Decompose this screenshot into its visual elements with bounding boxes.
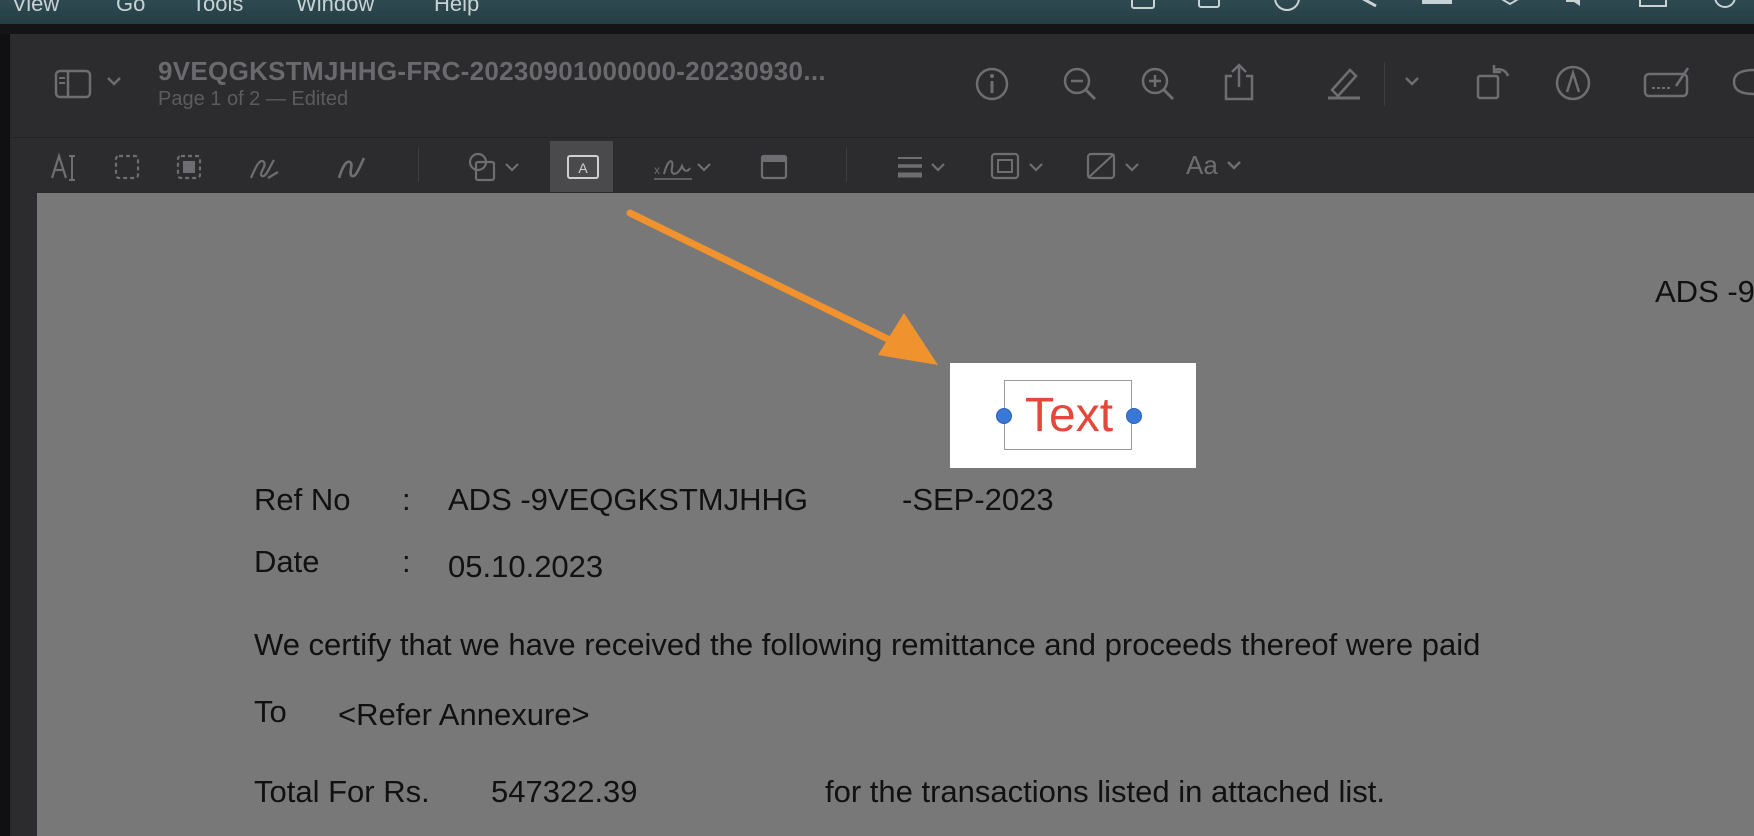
menu-tools[interactable]: Tools [192, 0, 243, 17]
line-style-icon[interactable] [896, 154, 952, 180]
shapes-icon[interactable] [466, 152, 522, 182]
ref-colon: : [402, 482, 411, 517]
search-icon[interactable] [1730, 64, 1754, 100]
svg-text:x: x [654, 163, 660, 177]
sidebar-icon[interactable] [54, 68, 94, 100]
date-label: Date [254, 544, 320, 579]
menu-help[interactable]: Help [434, 0, 479, 17]
ref-label: Ref No [254, 482, 351, 517]
date-colon: : [402, 544, 411, 579]
window-left-edge [0, 34, 10, 836]
text-annotation-box[interactable]: Text [1004, 380, 1132, 450]
status-item-icon[interactable] [1130, 0, 1156, 12]
instant-alpha-icon[interactable] [176, 154, 202, 180]
total-suffix: for the transactions listed in attached … [825, 774, 1386, 809]
info-icon[interactable] [974, 66, 1010, 102]
header-reference: ADS -9 [1655, 274, 1754, 309]
font-button[interactable]: Aa [1186, 150, 1218, 181]
svg-text:A: A [578, 160, 588, 176]
display-icon[interactable] [1420, 0, 1454, 12]
form-icon[interactable] [1642, 64, 1692, 100]
certify-line: We certify that we have received the fol… [254, 627, 1481, 662]
toolbar-divider [846, 148, 847, 182]
total-value: 547322.39 [491, 774, 638, 809]
note-icon[interactable] [760, 154, 788, 180]
ref-value: ADS -9VEQGKSTMJHHG [448, 482, 808, 517]
signature-icon[interactable]: x [652, 152, 712, 184]
text-annotation-label[interactable]: Text [1025, 388, 1113, 443]
total-label: Total For Rs. [254, 774, 430, 809]
rotate-icon[interactable] [1474, 62, 1512, 102]
toolbar-divider [418, 148, 419, 182]
menu-bar: View Go Tools Window Help [0, 0, 1754, 24]
markup-icon[interactable] [1554, 64, 1592, 102]
to-value: <Refer Annexure> [338, 697, 590, 732]
chevron-down-icon[interactable] [1226, 160, 1242, 172]
sidebar-gutter [12, 193, 37, 836]
menu-window[interactable]: Window [296, 0, 374, 17]
chevron-down-icon[interactable] [106, 76, 122, 88]
border-color-icon[interactable] [990, 152, 1050, 182]
resize-handle-left[interactable] [996, 408, 1012, 424]
chevron-down-icon[interactable] [1404, 76, 1420, 88]
to-label: To [254, 694, 287, 729]
draw-icon[interactable] [336, 152, 368, 182]
status-item-icon[interactable] [1270, 0, 1304, 12]
highlight-icon[interactable] [1324, 64, 1364, 100]
rectangular-selection-icon[interactable] [114, 154, 140, 180]
zoom-out-icon[interactable] [1062, 66, 1098, 102]
status-item-icon[interactable] [1354, 0, 1380, 12]
ref-suffix: -SEP-2023 [902, 482, 1054, 517]
annotation-arrow [626, 209, 938, 365]
menu-view[interactable]: View [12, 0, 59, 17]
volume-icon[interactable] [1562, 0, 1602, 12]
text-annotation-background: Text [950, 363, 1196, 468]
status-item-icon[interactable] [1710, 0, 1740, 12]
fill-color-icon[interactable] [1086, 152, 1146, 182]
menu-go[interactable]: Go [116, 0, 145, 17]
document-status: Page 1 of 2 — Edited [158, 88, 349, 110]
date-value: 05.10.2023 [448, 549, 604, 584]
status-item-icon[interactable] [1496, 0, 1524, 12]
toolbar-divider [1384, 62, 1385, 106]
sketch-icon[interactable] [248, 152, 280, 182]
share-icon[interactable] [1222, 62, 1256, 102]
document-title: 9VEQGKSTMJHHG-FRC-20230901000000-2023093… [158, 56, 826, 86]
font-label: Aa [1186, 150, 1218, 180]
zoom-in-icon[interactable] [1140, 66, 1176, 102]
resize-handle-right[interactable] [1126, 408, 1142, 424]
text-selection-icon[interactable] [50, 152, 78, 182]
input-source-icon[interactable] [1638, 0, 1668, 12]
menu-bar-divider [0, 24, 1754, 34]
status-item-icon[interactable] [1196, 0, 1222, 12]
text-box-icon[interactable]: A [566, 154, 600, 180]
